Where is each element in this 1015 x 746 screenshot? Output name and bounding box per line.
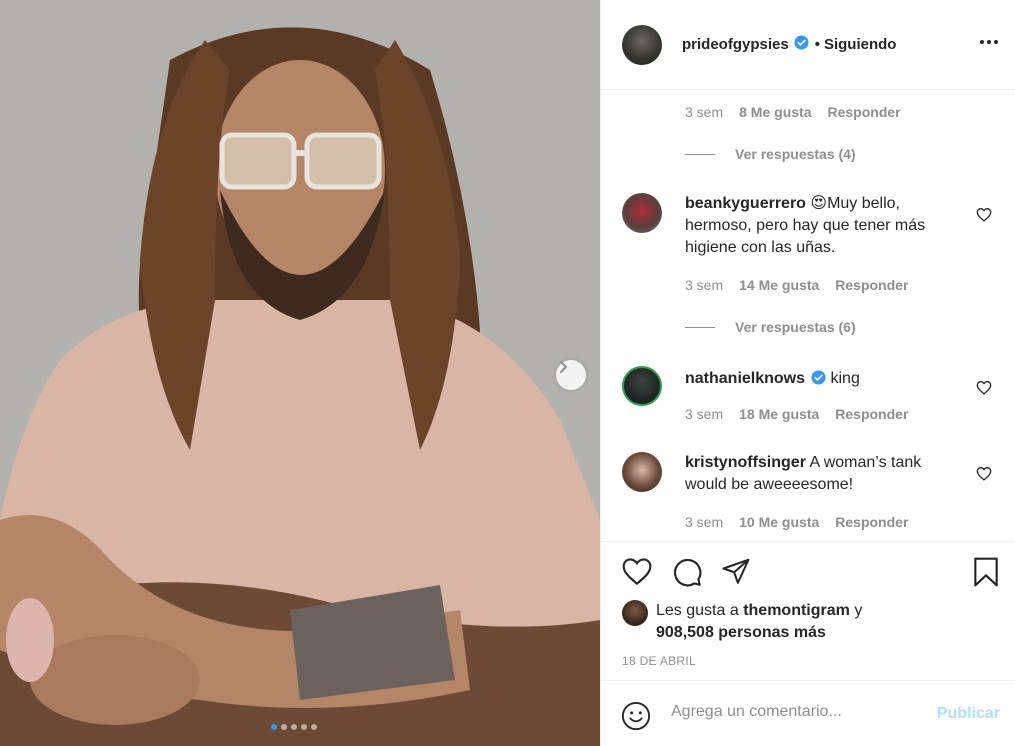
view-replies-label: Ver respuestas (6) <box>735 319 856 335</box>
reply-button[interactable]: Responder <box>835 514 908 530</box>
likes-text: Les gusta a themontigram y 908,508 perso… <box>656 600 862 644</box>
carousel-dot <box>291 724 297 730</box>
post-header: prideofgypsies • Siguiendo <box>601 0 1015 90</box>
share-icon[interactable] <box>720 556 752 591</box>
comment-likes[interactable]: 14 Me gusta <box>739 277 819 293</box>
carousel-dot <box>301 724 307 730</box>
emoji-icon[interactable] <box>621 701 651 736</box>
post-date: 18 DE ABRIL <box>622 654 697 668</box>
verified-icon <box>811 370 827 392</box>
comment-likes[interactable]: 18 Me gusta <box>739 406 819 422</box>
carousel-dot <box>311 724 317 730</box>
more-options-icon[interactable] <box>980 40 998 44</box>
view-replies-button[interactable]: Ver respuestas (4) <box>685 146 856 162</box>
carousel-next-button[interactable] <box>556 360 586 390</box>
following-button[interactable]: Siguiendo <box>824 36 897 53</box>
comment-meta: 3 sem 8 Me gusta Responder <box>685 104 901 120</box>
commenter-avatar[interactable] <box>622 193 662 233</box>
comment-meta: 3 sem 18 Me gusta Responder <box>685 406 908 422</box>
follow-separator: • <box>814 36 820 53</box>
post-image[interactable] <box>0 0 600 746</box>
view-replies-label: Ver respuestas (4) <box>735 146 856 162</box>
comment-meta: 3 sem 10 Me gusta Responder <box>685 514 908 530</box>
comment-meta: 3 sem 14 Me gusta Responder <box>685 277 908 293</box>
comment-text: kristynoffsinger A woman’s tank would be… <box>685 452 960 496</box>
publish-button[interactable]: Publicar <box>937 705 1000 723</box>
carousel-dot <box>281 724 287 730</box>
like-comment-heart-icon[interactable] <box>976 380 992 400</box>
likes-summary: Les gusta a themontigram y 908,508 perso… <box>622 600 862 644</box>
view-replies-button[interactable]: Ver respuestas (6) <box>685 319 856 335</box>
reply-button[interactable]: Responder <box>827 104 900 120</box>
heart-icon[interactable] <box>621 556 653 591</box>
likes-prefix: Les gusta a <box>656 602 739 619</box>
commenter-username[interactable]: nathanielknows <box>685 370 805 387</box>
comment-time: 3 sem <box>685 277 724 293</box>
reply-button[interactable]: Responder <box>835 406 908 422</box>
comment-likes[interactable]: 8 Me gusta <box>739 104 811 120</box>
carousel-indicator <box>271 724 317 730</box>
comment-time: 3 sem <box>685 514 724 530</box>
commenter-avatar[interactable] <box>622 366 662 406</box>
liker-avatar[interactable] <box>622 600 648 626</box>
post-side-panel: prideofgypsies • Siguiendo 3 sem 8 Me gu… <box>600 0 1015 746</box>
verified-icon <box>794 34 809 55</box>
comment-text: nathanielknows king <box>685 368 960 392</box>
comment-input[interactable] <box>671 703 921 721</box>
author-avatar[interactable] <box>622 24 662 65</box>
like-comment-heart-icon[interactable] <box>976 466 992 486</box>
add-comment-bar: Publicar <box>601 680 1015 746</box>
post-actions: Les gusta a themontigram y 908,508 perso… <box>601 541 1015 680</box>
comment-body: king <box>830 370 860 387</box>
carousel-dot-active <box>271 724 277 730</box>
emoji-heart-eyes: 😍 <box>810 195 828 212</box>
commenter-username[interactable]: beankyguerrero <box>685 195 806 212</box>
comment-icon[interactable] <box>671 556 703 593</box>
comment-time: 3 sem <box>685 104 724 120</box>
comment-text: beankyguerrero 😍Muy bello, hermoso, pero… <box>685 193 960 259</box>
comments-list[interactable]: 3 sem 8 Me gusta Responder Ver respuesta… <box>601 91 1015 541</box>
like-comment-heart-icon[interactable] <box>976 207 992 227</box>
likes-count-button[interactable]: 908,508 personas más <box>656 624 826 641</box>
likes-connector: y <box>854 602 863 619</box>
comment-likes[interactable]: 10 Me gusta <box>739 514 819 530</box>
liker-username[interactable]: themontigram <box>743 602 850 619</box>
replies-divider <box>685 153 715 155</box>
commenter-username[interactable]: kristynoffsinger <box>685 454 806 471</box>
reply-button[interactable]: Responder <box>835 277 908 293</box>
bookmark-icon[interactable] <box>972 556 1000 593</box>
commenter-avatar[interactable] <box>622 452 662 492</box>
replies-divider <box>685 326 715 328</box>
author-username[interactable]: prideofgypsies <box>682 36 789 53</box>
post-photo-illustration <box>0 0 600 746</box>
comment-time: 3 sem <box>685 406 724 422</box>
chevron-right-icon <box>560 361 567 373</box>
